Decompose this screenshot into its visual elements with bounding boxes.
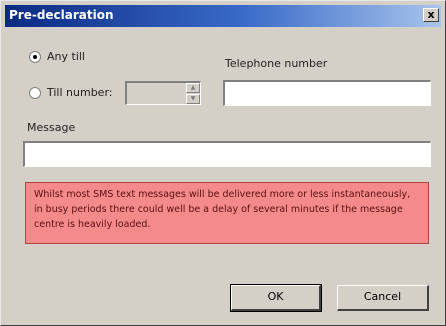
till-number-stepper[interactable]: ▲ ▼ [125,81,201,105]
message-label: Message [27,121,76,134]
telephone-number-field[interactable] [223,80,431,106]
window-title: Pre-declaration [9,8,114,22]
till-number-radio[interactable] [29,87,41,99]
any-till-label: Any till [47,50,85,63]
message-field[interactable] [23,141,431,167]
cancel-button[interactable]: Cancel [337,285,429,311]
telephone-number-label: Telephone number [225,57,328,70]
any-till-radio[interactable] [29,51,41,63]
title-bar: Pre-declaration x [5,5,441,27]
up-arrow-icon[interactable]: ▲ [186,83,200,93]
ok-button[interactable]: OK [230,284,322,312]
till-number-label: Till number: [47,86,113,99]
pre-declaration-dialog: Pre-declaration x Any till Till number: … [0,0,446,326]
close-icon[interactable]: x [423,8,439,22]
down-arrow-icon[interactable]: ▼ [186,94,200,104]
warning-message: Whilst most SMS text messages will be de… [25,182,429,244]
